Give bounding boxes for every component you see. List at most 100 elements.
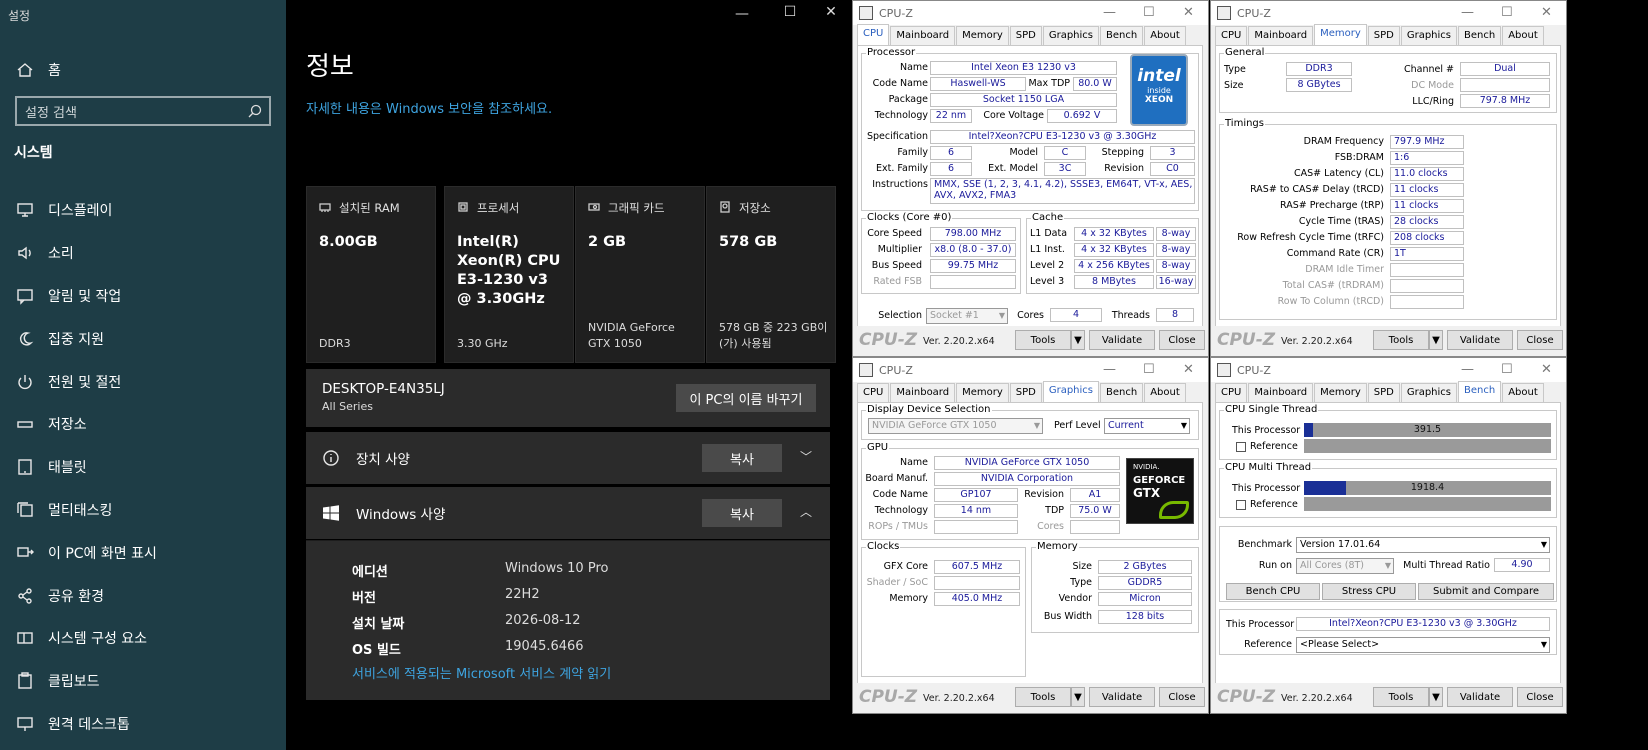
chevron-up-icon[interactable]: ︿	[800, 503, 812, 520]
nav-item-tablet[interactable]: 태블릿	[14, 446, 157, 489]
nav-item-power[interactable]: 전원 및 절전	[14, 360, 157, 403]
reference-select[interactable]: <Please Select> ▼	[1296, 637, 1550, 653]
stress-cpu-button[interactable]: Stress CPU	[1322, 583, 1416, 600]
nav-item-storage[interactable]: 저장소	[14, 403, 157, 446]
tab-spd[interactable]: SPD	[1367, 26, 1400, 45]
tab-graphics[interactable]: Graphics	[1400, 383, 1458, 402]
nav-item-monitor[interactable]: 디스플레이	[14, 189, 157, 232]
tab-mainboard[interactable]: Mainboard	[890, 26, 956, 45]
maximize-button[interactable]: ☐	[1501, 362, 1513, 377]
nav-item-message[interactable]: 알림 및 작업	[14, 275, 157, 318]
device-specs-copy-button[interactable]: 복사	[702, 444, 782, 472]
tab-cpu[interactable]: CPU	[1215, 383, 1248, 402]
tab-bench[interactable]: Bench	[1458, 381, 1502, 402]
close-button[interactable]: ✕	[821, 4, 841, 20]
submit-compare-button[interactable]: Submit and Compare	[1418, 583, 1554, 600]
nav-item-share[interactable]: 공유 환경	[14, 574, 157, 617]
l3-way-value: 16-way	[1156, 275, 1196, 289]
minimize-button[interactable]: —	[1103, 5, 1116, 20]
run-on-select[interactable]: All Cores (8T) ▼	[1296, 558, 1394, 574]
close-button[interactable]: ✕	[1541, 5, 1552, 20]
display-device-select[interactable]: NVIDIA GeForce GTX 1050 ▼	[868, 418, 1043, 434]
tab-memory[interactable]: Memory	[1314, 383, 1367, 402]
tab-cpu[interactable]: CPU	[1215, 26, 1248, 45]
tab-memory[interactable]: Memory	[956, 383, 1009, 402]
windows-specs-expander[interactable]: Windows 사양 복사 ︿	[306, 487, 830, 539]
maximize-button[interactable]: ☐	[1143, 5, 1155, 20]
cpuz-window-bench: CPU-Z — ☐ ✕ CPU Mainboard Memory SPD Graphics Be…	[1210, 357, 1567, 714]
multi-reference-checkbox[interactable]	[1236, 500, 1246, 510]
nav-item-components[interactable]: 시스템 구성 요소	[14, 617, 157, 660]
tab-graphics[interactable]: Graphics	[1042, 381, 1100, 402]
nav-item-moon[interactable]: 집중 지원	[14, 317, 157, 360]
validate-button[interactable]: Validate	[1447, 687, 1513, 707]
nav-item-clipboard[interactable]: 클립보드	[14, 660, 157, 703]
minimize-button[interactable]: —	[732, 6, 752, 22]
validate-button[interactable]: Validate	[1089, 330, 1155, 350]
close-button[interactable]: ✕	[1183, 362, 1194, 377]
nav-item-multitask[interactable]: 멀티태스킹	[14, 489, 157, 532]
socket-select[interactable]: Socket #1 ▼	[926, 308, 1008, 324]
close-app-button[interactable]: Close	[1517, 330, 1563, 350]
nav-home[interactable]: 홈	[14, 58, 61, 82]
tools-dropdown-button[interactable]: ▼	[1071, 330, 1085, 350]
windows-specs-copy-button[interactable]: 복사	[702, 499, 782, 527]
maximize-button[interactable]: ☐	[1501, 5, 1513, 20]
tab-graphics[interactable]: Graphics	[1042, 26, 1100, 45]
tab-graphics[interactable]: Graphics	[1400, 26, 1458, 45]
tab-cpu[interactable]: CPU	[857, 24, 890, 45]
tab-mainboard[interactable]: Mainboard	[1248, 383, 1314, 402]
close-app-button[interactable]: Close	[1159, 687, 1205, 707]
tab-about[interactable]: About	[1144, 26, 1186, 45]
tab-spd[interactable]: SPD	[1009, 26, 1042, 45]
field-label: Technology	[874, 110, 928, 121]
single-reference-checkbox[interactable]	[1236, 442, 1246, 452]
minimize-button[interactable]: —	[1461, 362, 1474, 377]
ms-service-agreement-link[interactable]: 서비스에 적용되는 Microsoft 서비스 계약 읽기	[352, 663, 611, 682]
minimize-button[interactable]: —	[1461, 5, 1474, 20]
tab-mainboard[interactable]: Mainboard	[890, 383, 956, 402]
close-app-button[interactable]: Close	[1517, 687, 1563, 707]
tab-mainboard[interactable]: Mainboard	[1248, 26, 1314, 45]
tools-button[interactable]: Tools	[1015, 687, 1071, 707]
tools-dropdown-button[interactable]: ▼	[1429, 687, 1443, 707]
validate-button[interactable]: Validate	[1089, 687, 1155, 707]
windows-security-link[interactable]: 자세한 내용은 Windows 보안을 참조하세요.	[306, 98, 552, 117]
tab-bench[interactable]: Bench	[1100, 383, 1144, 402]
tools-dropdown-button[interactable]: ▼	[1429, 330, 1443, 350]
tools-button[interactable]: Tools	[1373, 330, 1429, 350]
close-button[interactable]: ✕	[1183, 5, 1194, 20]
rename-pc-button[interactable]: 이 PC의 이름 바꾸기	[676, 384, 816, 412]
tools-dropdown-button[interactable]: ▼	[1071, 687, 1085, 707]
close-button[interactable]: ✕	[1541, 362, 1552, 377]
perf-level-select[interactable]: Current ▼	[1104, 418, 1190, 434]
tab-memory[interactable]: Memory	[956, 26, 1009, 45]
device-specs-expander[interactable]: 장치 사양 복사 ﹀	[306, 432, 830, 484]
perf-level-value: Current	[1108, 420, 1144, 431]
chevron-down-icon[interactable]: ﹀	[800, 448, 812, 465]
maximize-button[interactable]: ☐	[780, 4, 800, 20]
bench-cpu-button[interactable]: Bench CPU	[1226, 583, 1320, 600]
minimize-button[interactable]: —	[1103, 362, 1116, 377]
search-icon[interactable]	[247, 103, 263, 123]
nav-item-project[interactable]: 이 PC에 화면 표시	[14, 531, 157, 574]
validate-button[interactable]: Validate	[1447, 330, 1513, 350]
nav-item-speaker[interactable]: 소리	[14, 232, 157, 275]
tab-about[interactable]: About	[1502, 26, 1544, 45]
tab-about[interactable]: About	[1502, 383, 1544, 402]
tab-spd[interactable]: SPD	[1367, 383, 1400, 402]
tab-about[interactable]: About	[1144, 383, 1186, 402]
tab-cpu[interactable]: CPU	[857, 383, 890, 402]
nav-item-remote[interactable]: 원격 데스크톱	[14, 703, 157, 746]
tools-button[interactable]: Tools	[1373, 687, 1429, 707]
close-app-button[interactable]: Close	[1159, 330, 1205, 350]
tab-spd[interactable]: SPD	[1009, 383, 1042, 402]
tab-memory[interactable]: Memory	[1314, 24, 1367, 45]
tab-bench[interactable]: Bench	[1100, 26, 1144, 45]
monitor-icon	[14, 199, 36, 221]
tools-button[interactable]: Tools	[1015, 330, 1071, 350]
tab-bench[interactable]: Bench	[1458, 26, 1502, 45]
benchmark-version-select[interactable]: Version 17.01.64 ▼	[1296, 537, 1550, 553]
maximize-button[interactable]: ☐	[1143, 362, 1155, 377]
settings-search-input[interactable]: 설정 검색	[15, 96, 271, 126]
